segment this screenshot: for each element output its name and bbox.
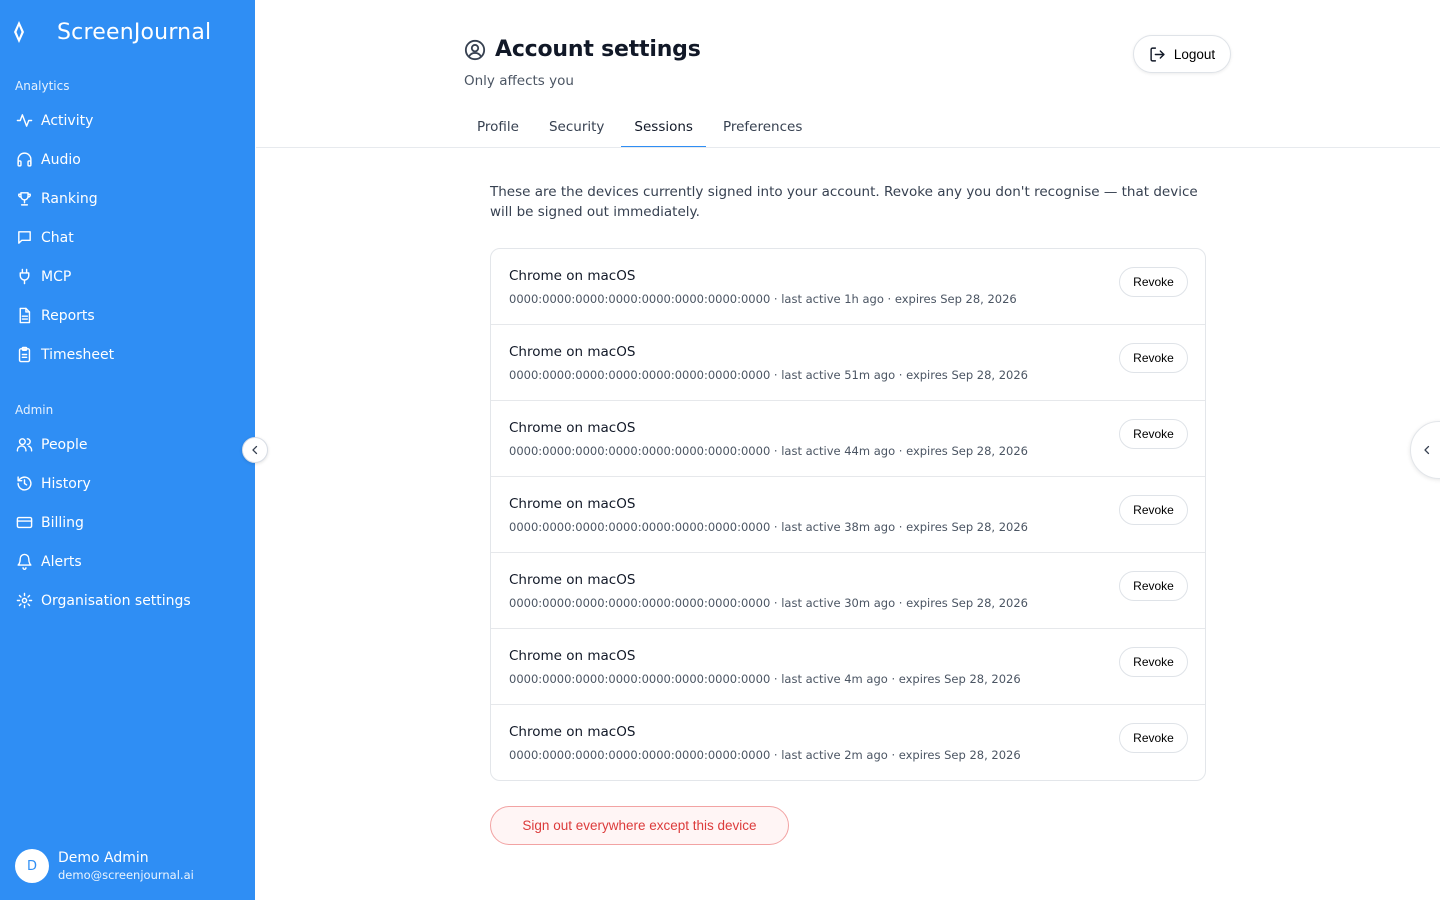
sidebar-item-reports[interactable]: Reports — [0, 296, 255, 335]
user-profile[interactable]: D Demo Admin demo@screenjournal.ai — [15, 849, 194, 883]
sidebar-item-label: Ranking — [41, 190, 98, 207]
session-device: Chrome on macOS — [509, 420, 636, 436]
session-meta: 0000:0000:0000:0000:0000:0000:0000:0000 … — [509, 672, 1021, 686]
sidebar: ScreenJournal Analytics Activity Audio R… — [0, 0, 255, 900]
sidebar-item-label: Organisation settings — [41, 592, 191, 609]
revoke-button[interactable]: Revoke — [1119, 267, 1188, 297]
headphones-icon — [15, 151, 33, 169]
sidebar-item-organisation-settings[interactable]: Organisation settings — [0, 581, 255, 620]
section-label-admin: Admin — [15, 403, 54, 417]
revoke-button[interactable]: Revoke — [1119, 723, 1188, 753]
sidebar-item-label: MCP — [41, 268, 72, 285]
sidebar-item-label: Reports — [41, 307, 95, 324]
session-device: Chrome on macOS — [509, 648, 636, 664]
activity-icon — [15, 112, 33, 130]
sidebar-item-audio[interactable]: Audio — [0, 140, 255, 179]
right-panel-toggle[interactable] — [1410, 421, 1440, 479]
sidebar-item-label: History — [41, 475, 91, 492]
sidebar-item-label: Audio — [41, 151, 81, 168]
sidebar-item-chat[interactable]: Chat — [0, 218, 255, 257]
session-row: Chrome on macOS 0000:0000:0000:0000:0000… — [491, 325, 1205, 401]
brand-name: ScreenJournal — [57, 19, 212, 45]
chevron-left-icon — [249, 444, 261, 456]
session-meta: 0000:0000:0000:0000:0000:0000:0000:0000 … — [509, 520, 1028, 534]
trophy-icon — [15, 190, 33, 208]
users-icon — [15, 436, 33, 454]
user-circle-icon — [464, 39, 486, 61]
sidebar-item-label: Activity — [41, 112, 94, 129]
clipboard-icon — [15, 346, 33, 364]
history-icon — [15, 475, 33, 493]
session-row: Chrome on macOS 0000:0000:0000:0000:0000… — [491, 249, 1205, 325]
sign-out-everywhere-button[interactable]: Sign out everywhere except this device — [490, 806, 789, 845]
sidebar-item-label: Billing — [41, 514, 84, 531]
sidebar-item-alerts[interactable]: Alerts — [0, 542, 255, 581]
sidebar-item-history[interactable]: History — [0, 464, 255, 503]
sidebar-item-billing[interactable]: Billing — [0, 503, 255, 542]
sidebar-item-label: Chat — [41, 229, 74, 246]
sidebar-item-mcp[interactable]: MCP — [0, 257, 255, 296]
document-icon — [15, 307, 33, 325]
user-email: demo@screenjournal.ai — [58, 868, 194, 882]
sidebar-item-label: Timesheet — [41, 346, 115, 363]
sidebar-item-timesheet[interactable]: Timesheet — [0, 335, 255, 374]
sessions-intro: These are the devices currently signed i… — [490, 184, 1198, 220]
logout-button[interactable]: Logout — [1133, 35, 1231, 73]
revoke-button[interactable]: Revoke — [1119, 495, 1188, 525]
sidebar-item-ranking[interactable]: Ranking — [0, 179, 255, 218]
session-row: Chrome on macOS 0000:0000:0000:0000:0000… — [491, 705, 1205, 780]
settings-tabs: Profile Security Sessions Preferences — [464, 108, 819, 148]
page-header: Account settings — [464, 37, 701, 62]
page-title: Account settings — [495, 37, 701, 62]
session-meta: 0000:0000:0000:0000:0000:0000:0000:0000 … — [509, 596, 1028, 610]
revoke-button[interactable]: Revoke — [1119, 647, 1188, 677]
session-device: Chrome on macOS — [509, 724, 636, 740]
collapse-sidebar-button[interactable] — [242, 437, 268, 463]
analytics-nav: Activity Audio Ranking Chat MCP Reports … — [0, 101, 255, 374]
sessions-list: Chrome on macOS 0000:0000:0000:0000:0000… — [490, 248, 1206, 781]
session-meta: 0000:0000:0000:0000:0000:0000:0000:0000 … — [509, 748, 1021, 762]
tabs-divider — [256, 147, 1440, 148]
brand[interactable]: ScreenJournal — [12, 14, 211, 50]
session-meta: 0000:0000:0000:0000:0000:0000:0000:0000 … — [509, 292, 1017, 306]
user-name: Demo Admin — [58, 850, 149, 866]
session-meta: 0000:0000:0000:0000:0000:0000:0000:0000 … — [509, 368, 1028, 382]
session-row: Chrome on macOS 0000:0000:0000:0000:0000… — [491, 477, 1205, 553]
session-row: Chrome on macOS 0000:0000:0000:0000:0000… — [491, 553, 1205, 629]
logout-icon — [1149, 46, 1166, 63]
session-meta: 0000:0000:0000:0000:0000:0000:0000:0000 … — [509, 444, 1028, 458]
revoke-button[interactable]: Revoke — [1119, 571, 1188, 601]
session-device: Chrome on macOS — [509, 344, 636, 360]
chevron-left-icon — [1421, 444, 1433, 456]
sidebar-item-label: People — [41, 436, 88, 453]
admin-nav: People History Billing Alerts Organisati… — [0, 425, 255, 620]
bell-icon — [15, 553, 33, 571]
sidebar-item-label: Alerts — [41, 553, 82, 570]
plug-icon — [15, 268, 33, 286]
screenjournal-logo-icon — [12, 20, 26, 44]
avatar: D — [15, 849, 49, 883]
session-device: Chrome on macOS — [509, 268, 636, 284]
session-row: Chrome on macOS 0000:0000:0000:0000:0000… — [491, 401, 1205, 477]
session-device: Chrome on macOS — [509, 496, 636, 512]
logout-label: Logout — [1173, 46, 1216, 62]
tab-sessions[interactable]: Sessions — [621, 108, 706, 148]
session-device: Chrome on macOS — [509, 572, 636, 588]
section-label-analytics: Analytics — [15, 79, 70, 93]
revoke-button[interactable]: Revoke — [1119, 343, 1188, 373]
tab-security[interactable]: Security — [536, 108, 617, 148]
page-subtitle: Only affects you — [464, 73, 574, 89]
chat-icon — [15, 229, 33, 247]
revoke-button[interactable]: Revoke — [1119, 419, 1188, 449]
sidebar-item-activity[interactable]: Activity — [0, 101, 255, 140]
sidebar-item-people[interactable]: People — [0, 425, 255, 464]
tab-preferences[interactable]: Preferences — [710, 108, 815, 148]
tab-profile[interactable]: Profile — [464, 108, 532, 148]
gear-icon — [15, 592, 33, 610]
session-row: Chrome on macOS 0000:0000:0000:0000:0000… — [491, 629, 1205, 705]
credit-card-icon — [15, 514, 33, 532]
